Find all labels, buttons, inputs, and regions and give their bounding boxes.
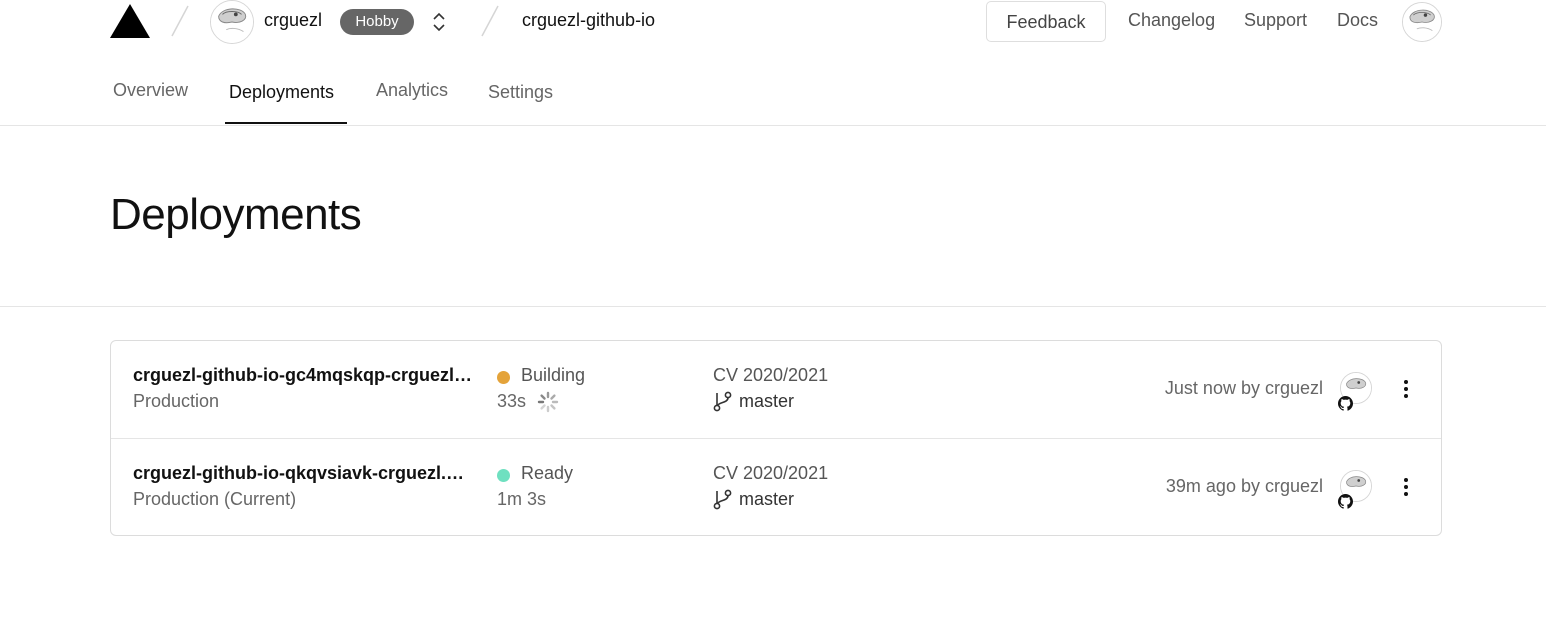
feedback-button[interactable]: Feedback bbox=[986, 1, 1106, 42]
project-name[interactable]: crguezl-github-io bbox=[522, 10, 655, 31]
project-tabs: Overview Deployments Analytics Settings bbox=[0, 44, 1546, 126]
deployment-duration: 1m 3s bbox=[497, 489, 547, 509]
deployment-row[interactable]: crguezl-github-io-qkqvsiavk-crguezl.verc… bbox=[111, 438, 1441, 535]
plan-badge: Hobby bbox=[340, 9, 414, 35]
github-icon bbox=[1338, 494, 1353, 509]
deployment-list: crguezl-github-io-gc4mqskqp-crguezl.verc… bbox=[110, 340, 1442, 536]
git-branch-icon bbox=[713, 391, 733, 412]
vercel-logo-icon[interactable] bbox=[110, 4, 150, 38]
breadcrumb-separator-icon bbox=[480, 4, 500, 38]
github-icon bbox=[1338, 396, 1353, 411]
branch-name[interactable]: master bbox=[739, 391, 794, 412]
more-vertical-icon[interactable] bbox=[1396, 377, 1416, 401]
deployment-time: Just now by crguezl bbox=[1164, 378, 1323, 398]
tab-overview[interactable]: Overview bbox=[113, 80, 188, 101]
page-title: Deployments bbox=[110, 190, 362, 239]
changelog-link[interactable]: Changelog bbox=[1128, 10, 1215, 31]
status-dot bbox=[497, 371, 510, 384]
spinner-icon bbox=[537, 391, 559, 413]
deployment-environment: Production bbox=[133, 391, 220, 411]
commit-message[interactable]: CV 2020/2021 bbox=[713, 463, 828, 484]
deployment-status: Ready bbox=[521, 463, 574, 483]
status-dot bbox=[497, 469, 510, 482]
active-tab-indicator bbox=[225, 122, 347, 124]
chevron-up-down-icon[interactable] bbox=[430, 10, 448, 34]
deployment-environment: Production (Current) bbox=[133, 489, 297, 509]
section-divider bbox=[0, 306, 1546, 307]
branch-name[interactable]: master bbox=[739, 489, 794, 510]
user-avatar[interactable] bbox=[1402, 2, 1442, 42]
tab-analytics[interactable]: Analytics bbox=[376, 80, 448, 101]
docs-link[interactable]: Docs bbox=[1337, 10, 1378, 31]
tab-deployments[interactable]: Deployments bbox=[229, 82, 334, 103]
deployment-name[interactable]: crguezl-github-io-qkqvsiavk-crguezl.verc… bbox=[133, 463, 469, 484]
breadcrumb-separator-icon bbox=[170, 4, 190, 38]
team-avatar[interactable] bbox=[210, 0, 254, 44]
top-bar: crguezl Hobby crguezl-github-io Feedback… bbox=[0, 0, 1546, 44]
deployment-name[interactable]: crguezl-github-io-gc4mqskqp-crguezl.verc… bbox=[133, 365, 475, 386]
deployment-status: Building bbox=[521, 365, 586, 385]
deployment-row[interactable]: crguezl-github-io-gc4mqskqp-crguezl.verc… bbox=[111, 341, 1441, 438]
tab-settings[interactable]: Settings bbox=[488, 82, 553, 103]
git-branch-icon bbox=[713, 489, 733, 510]
team-name[interactable]: crguezl bbox=[264, 10, 322, 31]
support-link[interactable]: Support bbox=[1244, 10, 1307, 31]
more-vertical-icon[interactable] bbox=[1396, 475, 1416, 499]
commit-message[interactable]: CV 2020/2021 bbox=[713, 365, 828, 386]
deployment-time: 39m ago by crguezl bbox=[1165, 476, 1323, 496]
deployment-duration: 33s bbox=[497, 391, 527, 411]
